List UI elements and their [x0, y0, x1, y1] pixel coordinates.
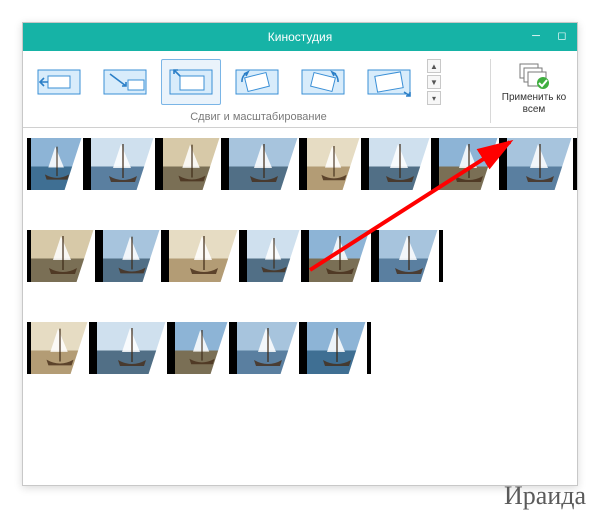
gallery-scroll: ▲ ▼ ▾: [427, 59, 441, 105]
ribbon: ▲ ▼ ▾ Сдвиг и масштабирование: [23, 51, 577, 128]
timeline: [23, 128, 577, 374]
timeline-row: [27, 230, 573, 282]
clip[interactable]: [225, 138, 303, 190]
transition-pan-down-right[interactable]: [95, 59, 155, 105]
minimize-button[interactable]: ─: [525, 27, 547, 45]
transition-rotate-left[interactable]: [227, 59, 287, 105]
clip[interactable]: [159, 138, 225, 190]
clip[interactable]: [365, 138, 435, 190]
clip[interactable]: [305, 230, 375, 282]
apply-all-icon: [518, 62, 550, 90]
transition-rotate-right[interactable]: [293, 59, 353, 105]
clip[interactable]: [99, 230, 165, 282]
clip[interactable]: [303, 138, 365, 190]
clip[interactable]: [243, 230, 305, 282]
gallery-scroll-down[interactable]: ▼: [427, 75, 441, 89]
transition-gallery: ▲ ▼ ▾ Сдвиг и масштабирование: [29, 59, 488, 123]
clip[interactable]: [303, 322, 371, 374]
clip[interactable]: [27, 138, 87, 190]
titlebar: Киностудия ─ ◻: [23, 23, 577, 51]
window-controls: ─ ◻: [525, 27, 573, 45]
clip[interactable]: [171, 322, 233, 374]
window-title: Киностудия: [268, 30, 332, 44]
timeline-row: [27, 138, 573, 190]
signature: Ираида: [504, 481, 586, 511]
apply-all-label: Применить ко всем: [500, 92, 568, 116]
apply-to-all-button[interactable]: Применить ко всем: [497, 59, 571, 121]
clip[interactable]: [27, 322, 93, 374]
clip[interactable]: [375, 230, 443, 282]
ribbon-separator: [490, 59, 491, 123]
clip[interactable]: [165, 230, 243, 282]
clip[interactable]: [27, 230, 99, 282]
clip[interactable]: [233, 322, 303, 374]
clip[interactable]: [93, 322, 171, 374]
clip[interactable]: [87, 138, 159, 190]
transition-zoom-tilt[interactable]: [359, 59, 419, 105]
timeline-row: [27, 322, 573, 374]
gallery-scroll-up[interactable]: ▲: [427, 59, 441, 73]
ribbon-group-label: Сдвиг и масштабирование: [29, 111, 488, 123]
clip[interactable]: [503, 138, 577, 190]
transition-zoom-in[interactable]: [161, 59, 221, 105]
app-window: Киностудия ─ ◻: [22, 22, 578, 486]
gallery-expand[interactable]: ▾: [427, 91, 441, 105]
maximize-button[interactable]: ◻: [551, 27, 573, 45]
clip[interactable]: [435, 138, 503, 190]
transition-pan-right[interactable]: [29, 59, 89, 105]
